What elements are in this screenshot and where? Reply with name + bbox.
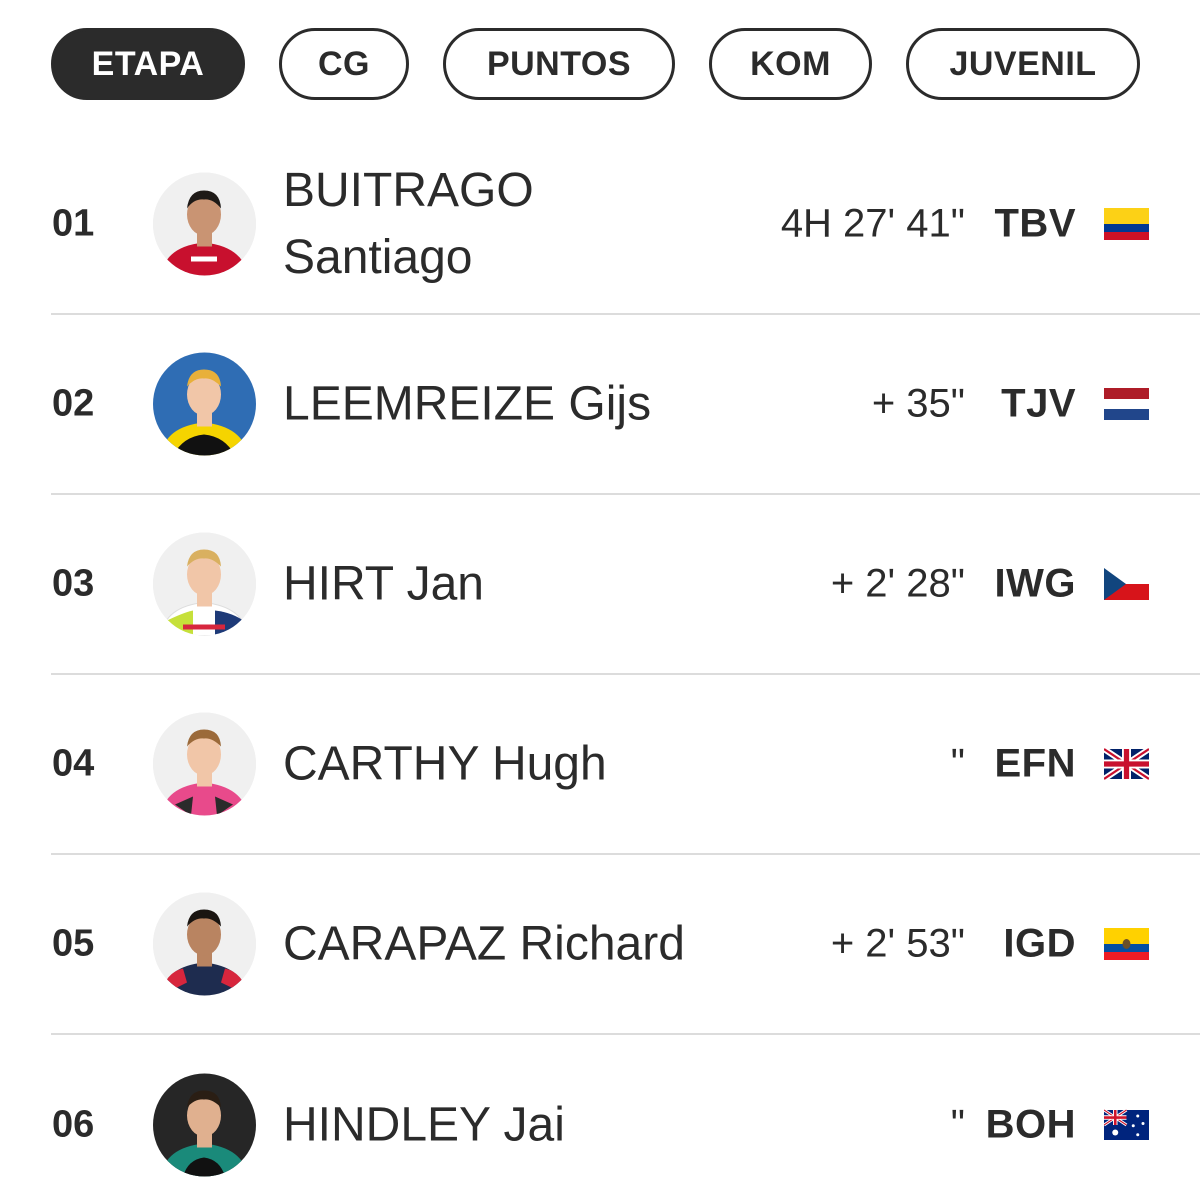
rider-avatar[interactable] [153, 892, 256, 996]
team-code: BOH [985, 1102, 1076, 1147]
tab-puntos[interactable]: PUNTOS [443, 28, 675, 100]
rider-name[interactable]: CARAPAZ Richard [283, 910, 685, 977]
tab-etapa[interactable]: ETAPA [51, 28, 245, 100]
rider-position: 04 [52, 742, 95, 785]
rider-avatar[interactable] [153, 1073, 256, 1177]
results-list: 01 BUITRAGO Santiago 4H 27' 41" TBV 02 L… [51, 135, 1200, 1199]
rider-avatar[interactable] [153, 532, 256, 636]
team-code: IWG [994, 561, 1076, 606]
rider-position: 01 [52, 202, 95, 245]
result-row[interactable]: 05 CARAPAZ Richard + 2' 53" IGD [51, 855, 1200, 1035]
rider-time: + 35" [871, 381, 965, 426]
result-row[interactable]: 02 LEEMREIZE Gijs + 35" TJV [51, 315, 1200, 495]
rider-time: + 2' 28" [830, 561, 965, 606]
rider-avatar[interactable] [153, 172, 256, 276]
team-code: EFN [994, 741, 1076, 786]
result-row[interactable]: 01 BUITRAGO Santiago 4H 27' 41" TBV [51, 135, 1200, 315]
australia-flag-icon [1104, 1109, 1149, 1141]
result-row[interactable]: 03 HIRT Jan + 2' 28" IWG [51, 495, 1200, 675]
rider-name[interactable]: HIRT Jan [283, 550, 484, 617]
rider-time: " [950, 741, 965, 786]
rider-name[interactable]: HINDLEY Jai [283, 1091, 565, 1158]
rider-name[interactable]: CARTHY Hugh [283, 730, 607, 797]
rider-position: 05 [52, 922, 95, 965]
rider-time: 4H 27' 41" [780, 201, 965, 246]
rider-time: + 2' 53" [830, 921, 965, 966]
team-code: TBV [994, 201, 1076, 246]
rider-avatar[interactable] [153, 352, 256, 456]
team-code: TJV [1001, 381, 1076, 426]
result-row[interactable]: 04 CARTHY Hugh " EFN [51, 675, 1200, 855]
rider-position: 02 [52, 382, 95, 425]
czech-flag-icon [1104, 568, 1149, 600]
rider-position: 03 [52, 562, 95, 605]
rider-name[interactable]: LEEMREIZE Gijs [283, 370, 651, 437]
rider-name[interactable]: BUITRAGO Santiago [283, 157, 583, 291]
ecuador-flag-icon [1104, 928, 1149, 960]
team-code: IGD [1003, 921, 1076, 966]
classification-tabs: ETAPA CG PUNTOS KOM JUVENIL [51, 28, 1140, 100]
result-row[interactable]: 06 HINDLEY Jai " BOH [51, 1035, 1200, 1199]
rider-avatar[interactable] [153, 712, 256, 816]
tab-juvenil[interactable]: JUVENIL [906, 28, 1140, 100]
netherlands-flag-icon [1104, 388, 1149, 420]
rider-time: " [950, 1102, 965, 1147]
rider-position: 06 [52, 1103, 95, 1146]
uk-flag-icon [1104, 748, 1149, 780]
colombia-flag-icon [1104, 208, 1149, 240]
tab-cg[interactable]: CG [279, 28, 409, 100]
tab-kom[interactable]: KOM [709, 28, 872, 100]
